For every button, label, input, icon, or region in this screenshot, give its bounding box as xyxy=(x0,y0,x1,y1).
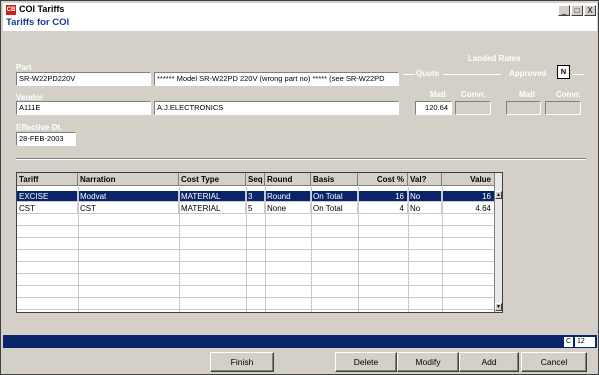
col-header-cost-pct[interactable]: Cost % xyxy=(358,173,408,186)
delete-button[interactable]: Delete xyxy=(335,352,397,372)
col-header-val[interactable]: Val? xyxy=(408,173,442,186)
table-row-empty[interactable] xyxy=(17,263,495,274)
grid-scrollbar[interactable]: ▲ ▼ xyxy=(494,173,502,312)
title-bar[interactable]: CB COI Tariffs _ □ X xyxy=(3,3,597,17)
cell-value: 4.64 xyxy=(442,203,495,214)
cell-seq: 3 xyxy=(246,191,265,202)
cell-round: None xyxy=(265,203,311,214)
quote-matl-label: Matl xyxy=(430,90,446,99)
approved-flag[interactable]: N xyxy=(557,65,570,79)
finish-button[interactable]: Finish xyxy=(210,352,274,372)
status-number: 12 xyxy=(575,337,595,347)
quote-matl-field[interactable]: 120.64 xyxy=(415,101,452,115)
cell-value: 16 xyxy=(442,191,495,202)
landed-rates-label: Landed Rates xyxy=(468,54,521,63)
cell-basis: On Total xyxy=(311,191,358,202)
col-header-narration[interactable]: Narration xyxy=(78,173,179,186)
cell-tariff: CST xyxy=(17,203,78,214)
maximize-button[interactable]: □ xyxy=(571,5,583,16)
col-sep xyxy=(358,187,359,312)
modify-button[interactable]: Modify xyxy=(397,352,459,372)
cell-cost-pct: 16 xyxy=(358,191,408,202)
cell-tariff: EXCISE xyxy=(17,191,78,202)
table-row-empty[interactable] xyxy=(17,227,495,238)
scroll-up-arrow-icon[interactable]: ▲ xyxy=(495,191,502,199)
approved-convr-label: Convr. xyxy=(556,90,581,99)
quote-convr-label: Convr. xyxy=(461,90,486,99)
form-header: Tariffs for COI xyxy=(3,17,597,31)
cell-cost-type: MATERIAL xyxy=(179,203,246,214)
window-title: COI Tariffs xyxy=(19,4,65,14)
approved-label: Approved xyxy=(509,69,547,78)
approved-convr-field[interactable] xyxy=(545,101,581,115)
cell-basis: On Total xyxy=(311,203,358,214)
cell-round: Round xyxy=(265,191,311,202)
table-row-empty[interactable] xyxy=(17,275,495,286)
part-description-field[interactable]: ****** Model SR-W22PD 220V (wrong part n… xyxy=(154,72,399,86)
table-row[interactable]: EXCISE Modvat MATERIAL 3 Round On Total … xyxy=(17,191,495,202)
col-sep xyxy=(442,187,443,312)
part-label: Part xyxy=(16,63,32,72)
status-bar: C 12 xyxy=(3,335,597,348)
col-header-tariff[interactable]: Tariff xyxy=(17,173,78,186)
col-sep xyxy=(311,187,312,312)
add-button[interactable]: Add xyxy=(459,352,519,372)
part-code-field[interactable]: SR-W22PD220V xyxy=(16,72,151,86)
coi-tariffs-window: CB COI Tariffs _ □ X Tariffs for COI Par… xyxy=(0,0,599,375)
app-icon: CB xyxy=(6,5,16,15)
cancel-button[interactable]: Cancel xyxy=(521,352,587,372)
effective-date-field[interactable]: 28-FEB-2003 xyxy=(16,132,76,146)
approved-matl-field[interactable] xyxy=(506,101,541,115)
cell-narration: Modvat xyxy=(78,191,179,202)
status-mode: C xyxy=(564,337,573,347)
col-header-cost-type[interactable]: Cost Type xyxy=(179,173,246,186)
section-divider xyxy=(16,158,586,160)
table-row-empty[interactable] xyxy=(17,287,495,298)
col-sep xyxy=(265,187,266,312)
table-row-empty[interactable] xyxy=(17,239,495,250)
col-header-seq[interactable]: Seq xyxy=(246,173,265,186)
quote-line-right xyxy=(443,74,501,75)
cell-cost-type: MATERIAL xyxy=(179,191,246,202)
approved-matl-label: Matl xyxy=(519,90,535,99)
cell-narration: CST xyxy=(78,203,179,214)
table-row-empty[interactable] xyxy=(17,299,495,310)
approved-line-right xyxy=(572,74,584,75)
effective-date-label: Effective Dt. xyxy=(16,123,63,132)
minimize-button[interactable]: _ xyxy=(558,5,570,16)
cell-seq: 5 xyxy=(246,203,265,214)
col-sep xyxy=(179,187,180,312)
form-title: Tariffs for COI xyxy=(6,17,70,28)
cell-cost-pct: 4 xyxy=(358,203,408,214)
quote-line-left xyxy=(403,74,415,75)
cell-val: No xyxy=(408,203,442,214)
table-row-empty[interactable] xyxy=(17,251,495,262)
vendor-code-field[interactable]: A111E xyxy=(16,101,151,115)
table-row-empty[interactable] xyxy=(17,215,495,226)
col-header-value[interactable]: Value xyxy=(442,173,495,186)
grid-header: Tariff Narration Cost Type Seq Round Bas… xyxy=(17,173,495,186)
tariff-grid[interactable]: Tariff Narration Cost Type Seq Round Bas… xyxy=(16,172,503,313)
col-sep xyxy=(246,187,247,312)
scroll-down-arrow-icon[interactable]: ▼ xyxy=(495,303,502,311)
table-row[interactable]: CST CST MATERIAL 5 None On Total 4 No 4.… xyxy=(17,203,495,214)
col-header-round[interactable]: Round xyxy=(265,173,311,186)
vendor-name-field[interactable]: A.J.ELECTRONICS xyxy=(154,101,399,115)
col-header-basis[interactable]: Basis xyxy=(311,173,358,186)
cell-val: No xyxy=(408,191,442,202)
quote-convr-field[interactable] xyxy=(455,101,491,115)
col-sep xyxy=(408,187,409,312)
close-button[interactable]: X xyxy=(584,5,596,16)
col-sep xyxy=(78,187,79,312)
quote-label: Quote xyxy=(416,69,440,78)
